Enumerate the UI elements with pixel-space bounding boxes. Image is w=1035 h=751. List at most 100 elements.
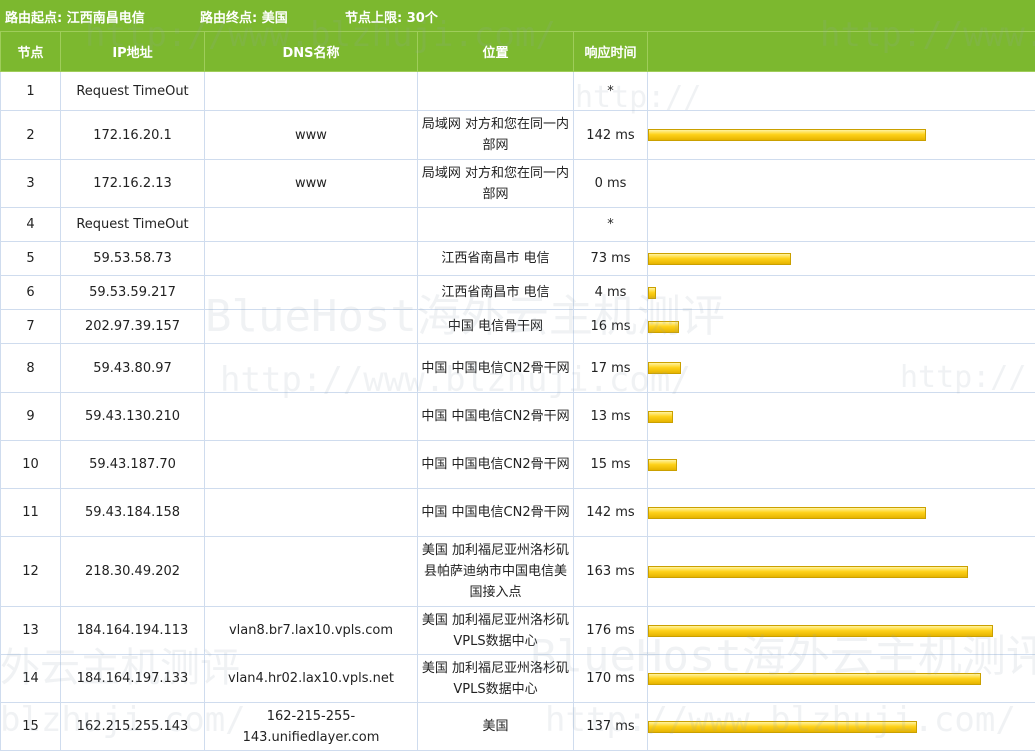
cell-location: 美国	[418, 703, 574, 751]
cell-node: 5	[1, 242, 61, 276]
cell-location: 美国 加利福尼亚州洛杉矶VPLS数据中心	[418, 655, 574, 703]
table-row: 859.43.80.97中国 中国电信CN2骨干网17 ms	[1, 344, 1035, 393]
response-time-bar	[648, 287, 656, 299]
cell-response-bar	[648, 242, 1035, 276]
col-header-dns: DNS名称	[205, 32, 418, 72]
cell-location: 中国 中国电信CN2骨干网	[418, 344, 574, 393]
cell-node: 4	[1, 208, 61, 242]
response-time-bar	[648, 253, 791, 265]
table-header-row: 节点 IP地址 DNS名称 位置 响应时间	[1, 32, 1035, 72]
cell-time: *	[574, 208, 648, 242]
cell-node: 1	[1, 72, 61, 111]
cell-time: 142 ms	[574, 111, 648, 160]
cell-time: 137 ms	[574, 703, 648, 751]
cell-dns	[205, 537, 418, 607]
cell-location: 江西省南昌市 电信	[418, 242, 574, 276]
cell-ip: 59.53.59.217	[61, 276, 205, 310]
response-time-bar	[648, 673, 981, 685]
cell-time: 176 ms	[574, 607, 648, 655]
cell-node: 6	[1, 276, 61, 310]
cell-location	[418, 72, 574, 111]
cell-time: 0 ms	[574, 160, 648, 208]
col-header-node: 节点	[1, 32, 61, 72]
cell-node: 12	[1, 537, 61, 607]
cell-response-bar	[648, 72, 1035, 111]
cell-time: 163 ms	[574, 537, 648, 607]
cell-node: 11	[1, 489, 61, 537]
table-row: 1059.43.187.70中国 中国电信CN2骨干网15 ms	[1, 441, 1035, 489]
cell-location: 美国 加利福尼亚州洛杉矶VPLS数据中心	[418, 607, 574, 655]
cell-node: 2	[1, 111, 61, 160]
route-end: 路由终点: 美国	[200, 7, 288, 26]
response-time-bar	[648, 362, 681, 374]
cell-node: 13	[1, 607, 61, 655]
response-time-bar	[648, 459, 677, 471]
table-row: 2172.16.20.1www局域网 对方和您在同一内部网142 ms	[1, 111, 1035, 160]
cell-time: 15 ms	[574, 441, 648, 489]
table-row: 12218.30.49.202 美国 加利福尼亚州洛杉矶县帕萨迪纳市中国电信美国接…	[1, 537, 1035, 607]
response-time-bar	[648, 129, 926, 141]
cell-dns	[205, 208, 418, 242]
response-time-bar	[648, 411, 673, 423]
col-header-time: 响应时间	[574, 32, 648, 72]
cell-dns	[205, 242, 418, 276]
cell-dns	[205, 489, 418, 537]
cell-ip: 172.16.20.1	[61, 111, 205, 160]
cell-dns	[205, 441, 418, 489]
cell-node: 15	[1, 703, 61, 751]
col-header-location: 位置	[418, 32, 574, 72]
node-limit: 节点上限: 30个	[345, 7, 438, 26]
cell-dns	[205, 310, 418, 344]
traceroute-table: 节点 IP地址 DNS名称 位置 响应时间 1Request TimeOut*2…	[0, 31, 1035, 751]
table-row: 14184.164.197.133vlan4.hr02.lax10.vpls.n…	[1, 655, 1035, 703]
response-time-bar	[648, 721, 917, 733]
cell-response-bar	[648, 310, 1035, 344]
cell-time: 73 ms	[574, 242, 648, 276]
cell-ip: 218.30.49.202	[61, 537, 205, 607]
cell-ip: 59.53.58.73	[61, 242, 205, 276]
cell-ip: 184.164.194.113	[61, 607, 205, 655]
cell-time: 170 ms	[574, 655, 648, 703]
col-header-ip: IP地址	[61, 32, 205, 72]
table-row: 559.53.58.73 江西省南昌市 电信73 ms	[1, 242, 1035, 276]
cell-ip: Request TimeOut	[61, 72, 205, 111]
cell-node: 8	[1, 344, 61, 393]
cell-dns	[205, 72, 418, 111]
cell-node: 9	[1, 393, 61, 441]
cell-location: 中国 中国电信CN2骨干网	[418, 441, 574, 489]
cell-time: 142 ms	[574, 489, 648, 537]
cell-node: 7	[1, 310, 61, 344]
cell-response-bar	[648, 441, 1035, 489]
cell-ip: 59.43.187.70	[61, 441, 205, 489]
cell-time: 13 ms	[574, 393, 648, 441]
cell-node: 14	[1, 655, 61, 703]
cell-response-bar	[648, 703, 1035, 751]
cell-ip: 172.16.2.13	[61, 160, 205, 208]
cell-ip: 162.215.255.143	[61, 703, 205, 751]
cell-response-bar	[648, 393, 1035, 441]
cell-response-bar	[648, 160, 1035, 208]
cell-ip: 202.97.39.157	[61, 310, 205, 344]
cell-node: 3	[1, 160, 61, 208]
table-row: 4Request TimeOut *	[1, 208, 1035, 242]
cell-response-bar	[648, 344, 1035, 393]
cell-ip: Request TimeOut	[61, 208, 205, 242]
cell-location: 中国 中国电信CN2骨干网	[418, 393, 574, 441]
cell-location	[418, 208, 574, 242]
cell-response-bar	[648, 208, 1035, 242]
cell-ip: 59.43.184.158	[61, 489, 205, 537]
response-time-bar	[648, 321, 679, 333]
response-time-bar	[648, 625, 993, 637]
route-start: 路由起点: 江西南昌电信	[5, 7, 145, 26]
cell-dns	[205, 393, 418, 441]
cell-location: 中国 电信骨干网	[418, 310, 574, 344]
cell-response-bar	[648, 111, 1035, 160]
cell-dns	[205, 344, 418, 393]
cell-time: 16 ms	[574, 310, 648, 344]
cell-ip: 59.43.130.210	[61, 393, 205, 441]
table-row: 659.53.59.217江西省南昌市 电信4 ms	[1, 276, 1035, 310]
col-header-bar	[648, 32, 1035, 72]
cell-location: 美国 加利福尼亚州洛杉矶县帕萨迪纳市中国电信美国接入点	[418, 537, 574, 607]
cell-time: 4 ms	[574, 276, 648, 310]
cell-response-bar	[648, 655, 1035, 703]
